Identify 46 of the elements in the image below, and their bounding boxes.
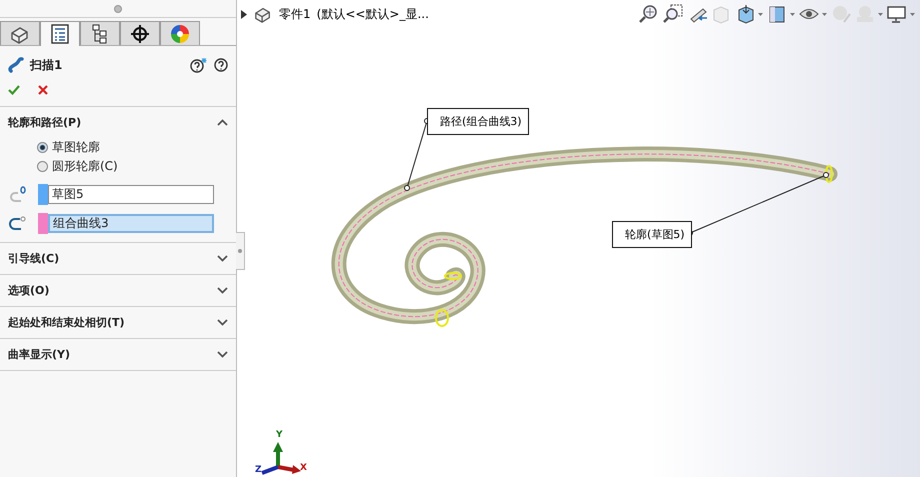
selection-field[interactable]: 草图5 bbox=[48, 184, 214, 204]
coordinate-triad-icon bbox=[261, 442, 301, 475]
help-icon[interactable] bbox=[214, 58, 228, 72]
radio-button[interactable] bbox=[37, 142, 48, 153]
chevron-down-icon[interactable] bbox=[217, 287, 228, 294]
expand-arrow-icon[interactable] bbox=[241, 10, 247, 18]
configuration-tree-icon bbox=[91, 24, 109, 44]
configuration-name[interactable]: (默认<<默认>_显... bbox=[316, 6, 429, 22]
profile-icon bbox=[8, 186, 28, 202]
property-list-icon bbox=[51, 24, 69, 44]
panel-collapse-handle[interactable] bbox=[236, 232, 245, 270]
radio-option[interactable]: 草图轮廓 bbox=[37, 138, 236, 157]
panel-tab[interactable] bbox=[120, 21, 160, 45]
zoom-to-area-icon[interactable] bbox=[662, 4, 684, 24]
part-name[interactable]: 零件1 bbox=[279, 6, 311, 22]
ok-checkmark-icon[interactable] bbox=[8, 85, 20, 95]
selection-field[interactable]: 组合曲线3 bbox=[48, 214, 214, 232]
panel-tab[interactable] bbox=[40, 21, 80, 46]
axis-label: X bbox=[300, 462, 307, 474]
section-header[interactable]: 起始处和结束处相切(T) bbox=[8, 315, 125, 330]
callout-label: 轮廓(草图5) bbox=[612, 221, 692, 248]
cancel-x-icon[interactable] bbox=[38, 85, 48, 95]
color-wheel-icon bbox=[170, 24, 190, 44]
drag-handle-icon[interactable] bbox=[114, 4, 122, 12]
part-icon bbox=[253, 5, 273, 23]
callout-label: 路径(组合曲线3) bbox=[427, 108, 529, 135]
path-icon bbox=[8, 215, 28, 231]
section-header[interactable]: 轮廓和路径(P) bbox=[8, 115, 82, 130]
chevron-down-icon[interactable] bbox=[217, 351, 228, 358]
radio-button[interactable] bbox=[37, 161, 48, 172]
feature-title: 扫描1 bbox=[30, 56, 64, 74]
panel-tab[interactable] bbox=[80, 21, 120, 45]
radio-option[interactable]: 圆形轮廓(C) bbox=[37, 157, 236, 176]
panel-tab[interactable] bbox=[0, 21, 40, 45]
view-settings-monitor-icon[interactable] bbox=[886, 4, 916, 24]
chevron-down-icon[interactable] bbox=[217, 255, 228, 262]
axis-label: Z bbox=[255, 464, 262, 476]
whats-wrong-help-icon[interactable] bbox=[190, 57, 208, 73]
chevron-up-icon[interactable] bbox=[217, 119, 228, 126]
chevron-down-icon[interactable] bbox=[217, 319, 228, 326]
section-header[interactable]: 选项(O) bbox=[8, 283, 50, 298]
crosshair-icon bbox=[130, 24, 150, 44]
axis-label: Y bbox=[276, 429, 283, 441]
sweep-icon bbox=[8, 56, 24, 74]
section-header[interactable]: 引导线(C) bbox=[8, 251, 60, 266]
section-header[interactable]: 曲率显示(Y) bbox=[8, 347, 70, 362]
